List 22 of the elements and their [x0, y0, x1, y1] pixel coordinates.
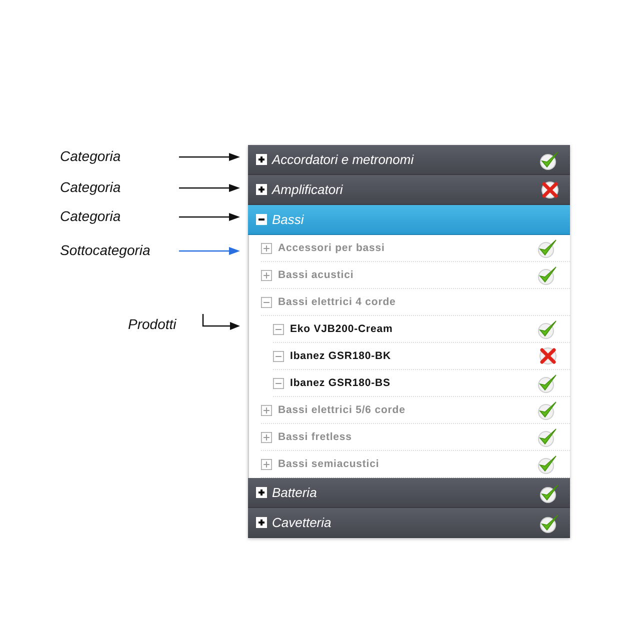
category-label: Amplificatori [272, 182, 344, 197]
category-label: Batteria [272, 485, 318, 500]
category-row[interactable]: Amplificatori [248, 175, 570, 205]
plus-icon[interactable] [256, 184, 267, 195]
category-row[interactable]: Cavetteria [248, 508, 570, 538]
annotation-label: Categoria [60, 208, 121, 224]
category-row[interactable]: Batteria [248, 478, 570, 508]
annotation-label: Sottocategoria [60, 242, 150, 258]
category-label: Bassi [272, 212, 305, 227]
annotation-label: Categoria [60, 179, 121, 195]
plus-icon[interactable] [256, 154, 267, 165]
product-label[interactable]: Ibanez GSR180-BS [290, 377, 530, 389]
category-label: Cavetteria [272, 515, 332, 530]
annotation-label: Prodotti [128, 316, 176, 332]
plus-icon[interactable] [256, 487, 267, 498]
category-label: Accordatori e metronomi [272, 152, 415, 167]
annotation-label: Categoria [60, 148, 121, 164]
product-label[interactable]: Eko VJB200-Cream [290, 323, 530, 335]
category-row[interactable]: Accordatori e metronomi [248, 145, 570, 175]
plus-icon[interactable] [256, 517, 267, 528]
product-label[interactable]: Ibanez GSR180-BK [290, 350, 532, 362]
minus-icon[interactable] [256, 214, 267, 225]
